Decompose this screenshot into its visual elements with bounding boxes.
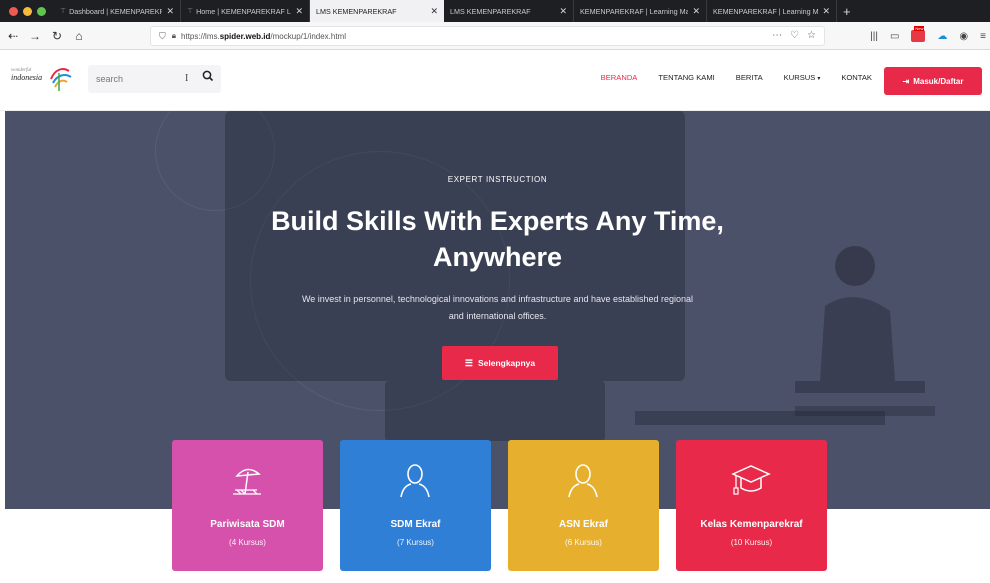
hero-subtext: We invest in personnel, technological in… <box>301 294 694 321</box>
logo-mark-icon <box>50 68 72 91</box>
tab-title: LMS KEMENPAREKRAF <box>450 6 531 16</box>
nav-item-kursus-label: KURSUS <box>783 73 816 82</box>
url-prefix: https://lms. <box>181 31 220 41</box>
category-title: Kelas Kemenparekraf <box>700 519 803 530</box>
tracking-shield-icon[interactable]: ⛉ <box>159 31 166 42</box>
reload-icon[interactable]: ↻ <box>48 29 66 43</box>
browser-tab[interactable]: LMS KEMENPAREKRAF ✕ <box>444 0 574 22</box>
nav-item-berita[interactable]: BERITA <box>736 73 763 82</box>
sign-in-icon: ⇥ <box>902 76 910 86</box>
category-count: (6 Kursus) <box>565 538 602 547</box>
tab-title: Dashboard | KEMENPAREKRAF <box>69 6 162 16</box>
site-header: wonderful indonesia I BERANDA TENTANG KA… <box>0 51 990 111</box>
close-window-button[interactable] <box>9 6 18 16</box>
search-icon[interactable] <box>201 69 215 83</box>
close-tab-icon[interactable]: ✕ <box>559 6 567 17</box>
category-title: SDM Ekraf <box>390 519 441 530</box>
user-icon <box>400 464 430 498</box>
hero-headline: Build Skills With Experts Any Time, Anyw… <box>271 206 724 272</box>
decorative-desk-shape <box>385 381 605 441</box>
user-icon <box>568 464 598 498</box>
minimize-window-button[interactable] <box>23 6 32 16</box>
browser-extensions: ||| ▭ ☁ ◉ ≡ <box>870 26 986 42</box>
nav-item-kontak[interactable]: KONTAK <box>841 73 872 82</box>
search-box: I <box>88 65 221 93</box>
library-icon[interactable]: ||| <box>870 31 878 42</box>
close-tab-icon[interactable]: ✕ <box>430 6 438 17</box>
browser-tab-active[interactable]: LMS KEMENPAREKRAF ✕ <box>310 0 444 22</box>
browser-tab[interactable]: KEMENPAREKRAF | Learning Mana ✕ <box>707 0 837 22</box>
login-button[interactable]: ⇥ Masuk/Daftar <box>884 67 982 95</box>
selengkapnya-button[interactable]: ☰ Selengkapnya <box>442 346 558 380</box>
list-icon: ☰ <box>464 357 473 368</box>
browser-tab[interactable]: KEMENPAREKRAF | Learning Mana ✕ <box>574 0 707 22</box>
browser-toolbar: ⇠ → ↻ ⌂ ⛉ 🔒︎ https://lms.spider.web.id/m… <box>0 22 990 50</box>
sidebar-icon[interactable]: ▭ <box>890 31 899 42</box>
category-count: (7 Kursus) <box>397 538 434 547</box>
home-icon[interactable]: ⌂ <box>70 29 88 43</box>
category-card-asn-ekraf[interactable]: ASN Ekraf (6 Kursus) <box>508 440 659 571</box>
logo-main-text: indonesia <box>11 73 43 82</box>
browser-tab[interactable]: ⊤ Home | KEMENPAREKRAF LMS ✕ <box>181 0 310 22</box>
nav-item-kursus[interactable]: KURSUS ▾ <box>784 73 821 82</box>
category-card-kelas-kemenparekraf[interactable]: Kelas Kemenparekraf (10 Kursus) <box>676 440 827 571</box>
nav-item-beranda[interactable]: BERANDA <box>601 73 638 82</box>
menu-icon[interactable]: ≡ <box>980 31 986 42</box>
beach-umbrella-icon <box>233 468 261 495</box>
graduation-cap-icon <box>731 465 771 495</box>
new-tab-button[interactable]: + <box>837 0 857 22</box>
extension-badge-icon[interactable] <box>911 26 926 42</box>
category-count: (4 Kursus) <box>229 538 266 547</box>
main-nav: BERANDA TENTANG KAMI BERITA KURSUS ▾ KONT… <box>601 73 872 82</box>
login-button-label: Masuk/Daftar <box>913 76 964 86</box>
site-favicon-icon: ⊤ <box>60 8 67 15</box>
tab-title: KEMENPAREKRAF | Learning Mana <box>580 6 689 16</box>
search-input[interactable] <box>96 71 186 87</box>
lock-icon[interactable]: 🔒︎ <box>172 31 176 41</box>
close-tab-icon[interactable]: ✕ <box>822 6 830 17</box>
person-illustration-icon <box>795 246 935 416</box>
maximize-window-button[interactable] <box>37 6 46 16</box>
category-card-sdm-ekraf[interactable]: SDM Ekraf (7 Kursus) <box>340 440 491 571</box>
nav-item-tentang-kami[interactable]: TENTANG KAMI <box>658 73 714 82</box>
tab-title: Home | KEMENPAREKRAF LMS <box>196 6 292 16</box>
category-title: ASN Ekraf <box>559 519 608 530</box>
url-text: https://lms.spider.web.id/mockup/1/index… <box>181 32 346 41</box>
category-title: Pariwisata SDM <box>210 519 285 530</box>
url-domain: spider.web.id <box>219 31 271 41</box>
close-tab-icon[interactable]: ✕ <box>166 6 174 17</box>
tab-title: KEMENPAREKRAF | Learning Mana <box>713 6 819 16</box>
browser-tab-bar: ⊤ Dashboard | KEMENPAREKRAF ✕ ⊤ Home | K… <box>0 0 990 22</box>
bookmark-star-icon[interactable]: ☆ <box>807 30 816 41</box>
cta-label: Selengkapnya <box>477 358 536 368</box>
chevron-down-icon: ▾ <box>817 76 821 82</box>
forward-arrow-icon[interactable]: → <box>26 29 44 43</box>
browser-tab[interactable]: ⊤ Dashboard | KEMENPAREKRAF ✕ <box>54 0 181 22</box>
page-actions-icon[interactable]: ⋯ <box>772 30 782 41</box>
account-icon[interactable]: ◉ <box>959 31 968 42</box>
back-arrow-icon[interactable]: ⇠ <box>4 29 22 43</box>
wonderful-indonesia-logo[interactable]: wonderful indonesia <box>11 65 72 91</box>
url-path: /mockup/1/index.html <box>270 31 346 41</box>
content-area <box>5 509 990 583</box>
site-favicon-icon: ⊤ <box>187 8 194 15</box>
tab-title: LMS KEMENPAREKRAF <box>316 6 397 16</box>
window-controls <box>0 0 54 22</box>
category-card-pariwisata-sdm[interactable]: Pariwisata SDM (4 Kursus) <box>172 440 323 571</box>
category-count: (10 Kursus) <box>730 538 773 547</box>
close-tab-icon[interactable]: ✕ <box>295 6 303 17</box>
address-bar[interactable]: ⛉ 🔒︎ https://lms.spider.web.id/mockup/1/… <box>150 26 825 46</box>
hero-eyebrow: EXPERT INSTRUCTION <box>447 175 548 184</box>
pocket-icon[interactable]: ♡ <box>790 30 799 41</box>
tab-strip: ⊤ Dashboard | KEMENPAREKRAF ✕ ⊤ Home | K… <box>54 0 837 22</box>
text-cursor-icon: I <box>185 73 189 84</box>
close-tab-icon[interactable]: ✕ <box>692 6 700 17</box>
hero-section: EXPERT INSTRUCTION Build Skills With Exp… <box>5 111 990 509</box>
cloud-extension-icon[interactable]: ☁ <box>937 31 947 42</box>
